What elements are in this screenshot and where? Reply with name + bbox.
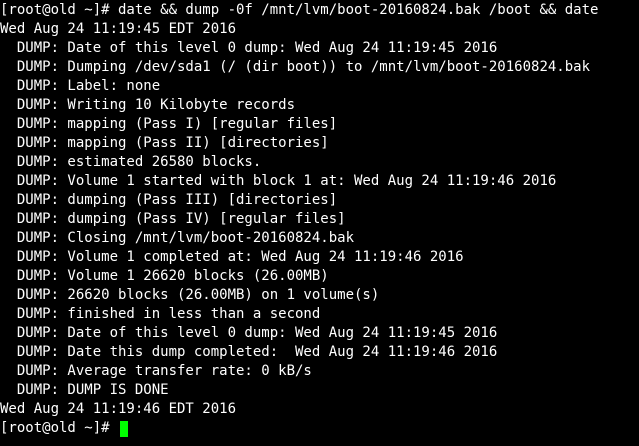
- dump-output-line: DUMP: dumping (Pass III) [directories]: [0, 192, 338, 208]
- command-line: [root@old ~]# date && dump -0f /mnt/lvm/…: [0, 2, 599, 18]
- dump-output-line: DUMP: Volume 1 26620 blocks (26.00MB): [0, 268, 329, 284]
- date-end-output: Wed Aug 24 11:19:46 EDT 2016: [0, 401, 237, 417]
- active-prompt-line[interactable]: [root@old ~]#: [0, 419, 639, 438]
- dump-output-line: DUMP: DUMP IS DONE: [0, 382, 169, 398]
- dump-output-line: DUMP: Label: none: [0, 78, 161, 94]
- dump-output-line: DUMP: dumping (Pass IV) [regular files]: [0, 211, 346, 227]
- text-cursor: [120, 420, 129, 437]
- dump-output-line: DUMP: Writing 10 Kilobyte records: [0, 97, 296, 113]
- dump-output-line: DUMP: Date of this level 0 dump: Wed Aug…: [0, 40, 498, 56]
- dump-output-line: DUMP: finished in less than a second: [0, 306, 321, 322]
- dump-output-line: DUMP: Average transfer rate: 0 kB/s: [0, 363, 312, 379]
- dump-output-line: DUMP: mapping (Pass II) [directories]: [0, 135, 329, 151]
- dump-output-line: DUMP: Date this dump completed: Wed Aug …: [0, 344, 498, 360]
- dump-output-line: DUMP: estimated 26580 blocks.: [0, 154, 262, 170]
- date-start-output: Wed Aug 24 11:19:45 EDT 2016: [0, 21, 237, 37]
- dump-output-line: DUMP: Volume 1 completed at: Wed Aug 24 …: [0, 249, 464, 265]
- dump-output-line: DUMP: Volume 1 started with block 1 at: …: [0, 173, 557, 189]
- dump-output-line: DUMP: mapping (Pass I) [regular files]: [0, 116, 338, 132]
- dump-output-line: DUMP: 26620 blocks (26.00MB) on 1 volume…: [0, 287, 380, 303]
- shell-prompt: [root@old ~]#: [0, 420, 119, 436]
- dump-output-line: DUMP: Dumping /dev/sda1 (/ (dir boot)) t…: [0, 59, 591, 75]
- dump-output-line: DUMP: Date of this level 0 dump: Wed Aug…: [0, 325, 498, 341]
- dump-output-line: DUMP: Closing /mnt/lvm/boot-20160824.bak: [0, 230, 355, 246]
- terminal-window[interactable]: [root@old ~]# date && dump -0f /mnt/lvm/…: [0, 0, 639, 446]
